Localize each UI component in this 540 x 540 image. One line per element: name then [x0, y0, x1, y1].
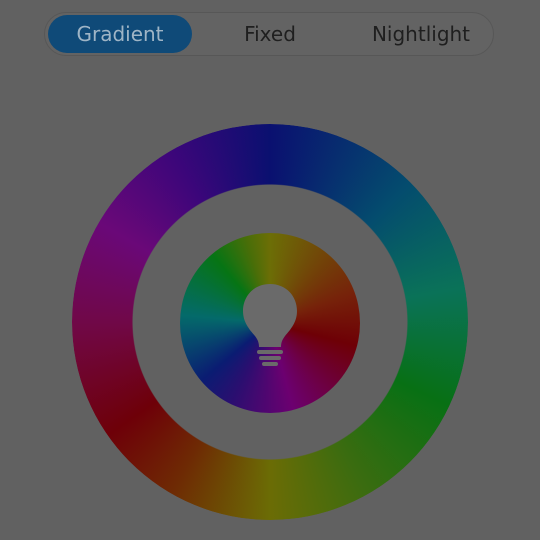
tab-fixed[interactable]: Fixed [195, 15, 345, 53]
tab-gradient[interactable]: Gradient [48, 15, 192, 53]
tab-nightlight[interactable]: Nightlight [348, 15, 494, 53]
lightbulb-icon[interactable] [240, 282, 300, 366]
mode-selector: Gradient Fixed Nightlight [44, 12, 494, 56]
